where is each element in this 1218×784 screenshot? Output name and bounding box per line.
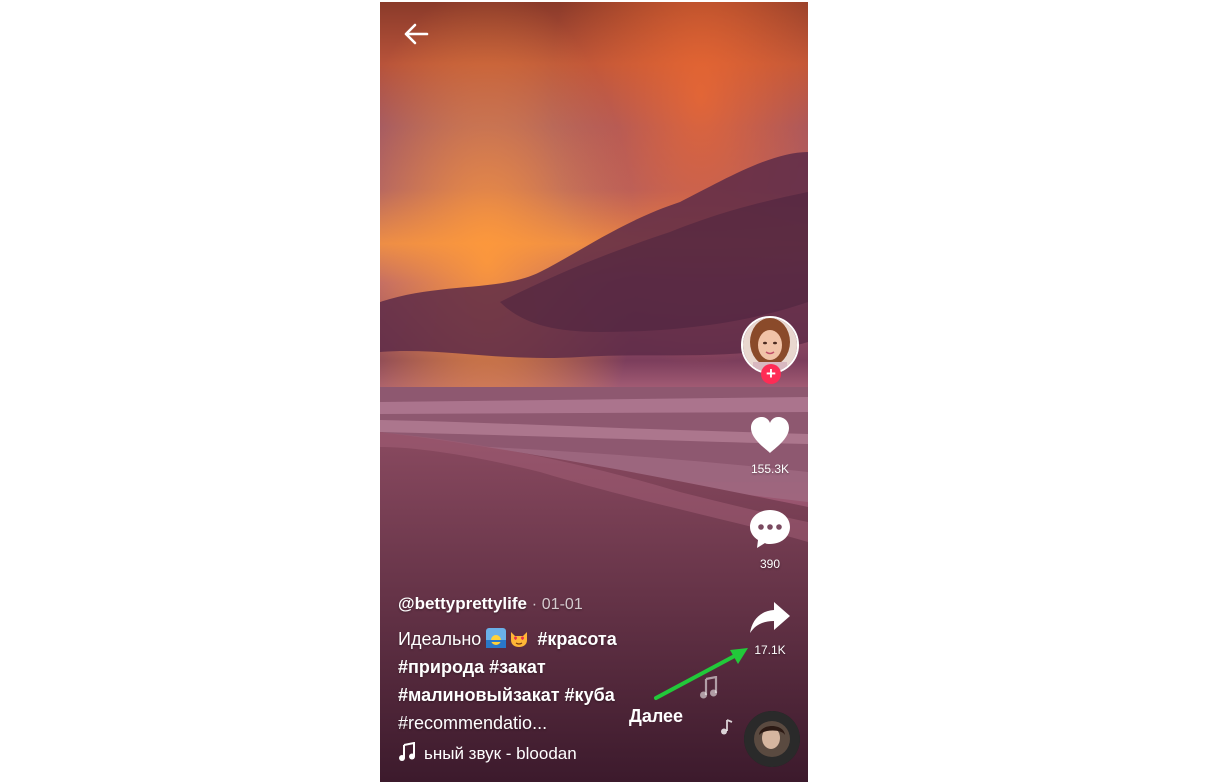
hashtag-link[interactable]: #куба: [565, 685, 615, 705]
comment-bubble-icon: [750, 510, 790, 548]
description-text: Идеально: [398, 629, 482, 649]
video-player[interactable]: + 155.3K 390 17.1K @bettyprettylife · 01…: [380, 2, 808, 782]
author-username[interactable]: @bettyprettylife: [398, 594, 527, 613]
hashtag-link[interactable]: #закат: [489, 657, 546, 677]
sunrise-emoji-icon: [486, 628, 507, 648]
share-arrow-icon: [750, 602, 790, 633]
heart-eyes-cat-emoji-icon: [511, 632, 528, 647]
heart-icon: [751, 417, 789, 453]
like-button[interactable]: 155.3K: [742, 415, 798, 476]
annotation-arrow: [654, 648, 748, 700]
post-date: 01-01: [541, 596, 583, 613]
author-line: @bettyprettylife · 01-01: [398, 594, 728, 614]
music-disc-button[interactable]: [744, 711, 800, 767]
comment-count: 390: [759, 557, 781, 571]
plus-icon: +: [766, 364, 776, 383]
hashtag-link[interactable]: #красота: [537, 629, 616, 649]
sound-cover-image: [744, 711, 800, 767]
music-note-icon: [399, 742, 415, 761]
sound-name: ьный звук - bloodan: [424, 744, 577, 763]
hashtag-link[interactable]: #природа: [398, 657, 484, 677]
comment-button[interactable]: 390: [742, 508, 798, 571]
more-button[interactable]: Далее: [629, 706, 683, 727]
follow-plus-button[interactable]: +: [761, 364, 781, 384]
hashtag-truncated[interactable]: #recommendatio...: [398, 713, 547, 733]
like-count: 155.3K: [750, 462, 790, 476]
date-separator: ·: [531, 596, 538, 613]
hashtag-link[interactable]: #малиновыйзакат: [398, 685, 560, 705]
back-arrow-icon[interactable]: [402, 20, 430, 48]
sound-ticker[interactable]: ьный звук - bloodan: [398, 742, 628, 768]
